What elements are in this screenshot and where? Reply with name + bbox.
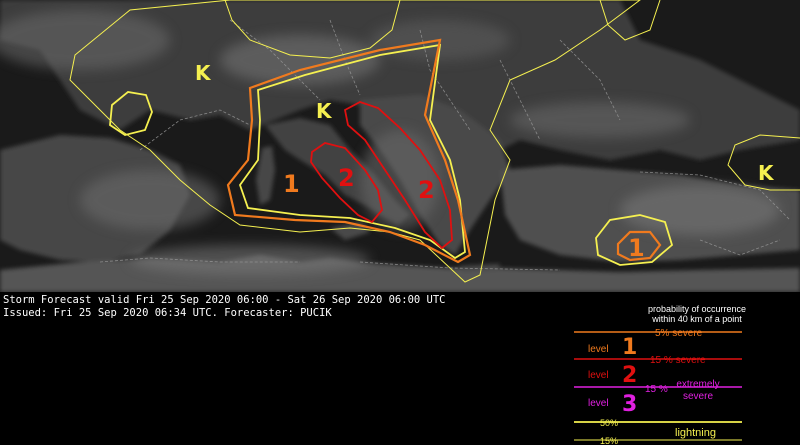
level-label-tyrrhenian: 2	[338, 164, 355, 192]
forecast-valid-line: Storm Forecast valid Fri 25 Sep 2020 06:…	[3, 294, 446, 306]
legend-header-line2: within 40 km of a point	[651, 314, 742, 324]
legend-lightning-label: lightning	[675, 427, 716, 439]
lightning-symbol: K	[758, 161, 775, 185]
forecast-issued-line: Issued: Fri 25 Sep 2020 06:34 UTC. Forec…	[3, 307, 332, 319]
legend-lightning-15-label: 15%	[600, 436, 618, 445]
legend-level2-number: 2	[622, 363, 637, 388]
legend-header-line1: probability of occurrence	[648, 304, 746, 314]
legend-level3-text-extremely: extremely	[676, 379, 719, 390]
info-panel: Storm Forecast valid Fri 25 Sep 2020 06:…	[0, 292, 800, 445]
legend-level1-percent: 5% severe	[655, 328, 703, 339]
legend-lightning-50-label: 50%	[600, 418, 618, 428]
legend-level1-word: level	[588, 344, 609, 355]
lightning-symbol: K	[316, 99, 333, 123]
legend-level3-percent: 15 %	[645, 384, 668, 395]
legend: probability of occurrence within 40 km o…	[574, 304, 746, 445]
level-label-turkey: 1	[628, 234, 645, 262]
legend-level3-text-severe: severe	[683, 391, 713, 402]
legend-level2-word: level	[588, 370, 609, 381]
legend-level1-number: 1	[622, 335, 637, 360]
satellite-map: K K K 1 2 2 1	[0, 0, 800, 292]
legend-level3-number: 3	[622, 392, 637, 417]
lightning-symbol: K	[195, 61, 212, 85]
level-label-adriatic: 2	[418, 176, 435, 204]
legend-level3-word: level	[588, 398, 609, 409]
legend-level2-percent: 15 % severe	[650, 355, 706, 366]
level-label-italy: 1	[283, 170, 300, 198]
